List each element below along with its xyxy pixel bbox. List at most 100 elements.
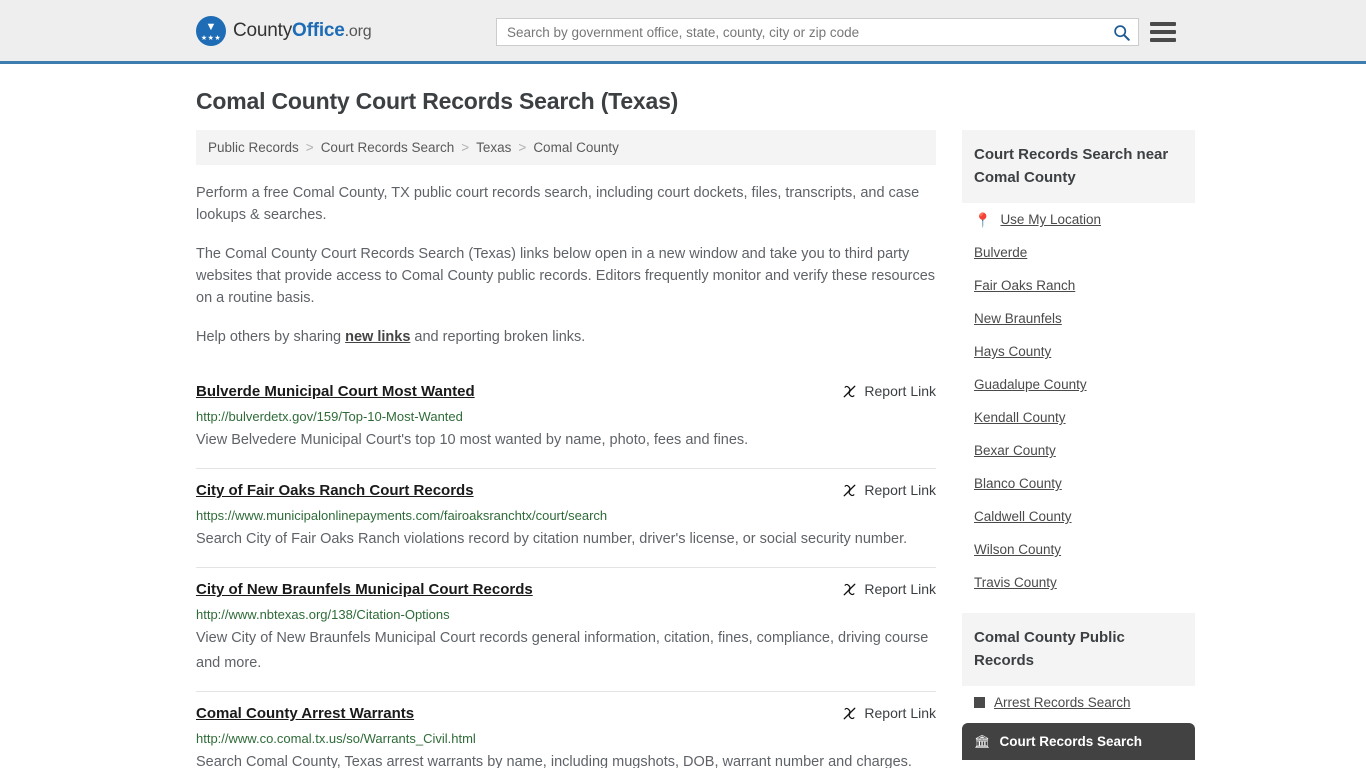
search-bar[interactable] [496,18,1139,46]
public-records-list: Arrest Records Search 🏛 Court Records Se… [962,686,1195,760]
result-title-link[interactable]: Bulverde Municipal Court Most Wanted [196,382,475,402]
use-my-location-link[interactable]: Use My Location [1000,212,1101,227]
results-list: Bulverde Municipal Court Most Wanted Rep… [196,370,936,768]
hamburger-menu-icon[interactable] [1150,20,1176,44]
main-content: Public Records > Court Records Search > … [196,130,936,768]
sidebar-item-bexar-county[interactable]: Bexar County [974,434,1183,467]
result-description: View City of New Braunfels Municipal Cou… [196,630,929,671]
broken-link-icon [844,583,856,595]
sidebar-item-caldwell-county[interactable]: Caldwell County [974,500,1183,533]
nearby-link[interactable]: Hays County [974,344,1051,359]
result-item: City of Fair Oaks Ranch Court Records Re… [196,469,936,568]
brand-part-2: Office [292,19,345,41]
report-link-button[interactable]: Report Link [842,382,936,399]
menu-bar-3 [1150,38,1176,42]
sidebar-item-travis-county[interactable]: Travis County [974,566,1183,599]
search-input[interactable] [497,24,1104,40]
result-header: Bulverde Municipal Court Most Wanted Rep… [196,382,936,402]
nearby-link[interactable]: Guadalupe County [974,377,1087,392]
page-title: Comal County Court Records Search (Texas… [196,88,679,114]
sidebar-item-new-braunfels[interactable]: New Braunfels [974,302,1183,335]
result-title-link[interactable]: Comal County Arrest Warrants [196,704,414,724]
nearby-link[interactable]: Kendall County [974,410,1066,425]
sidebar-item-court-records-search[interactable]: 🏛 Court Records Search [962,723,1195,760]
breadcrumb-item-texas[interactable]: Texas [476,140,511,155]
nearby-link[interactable]: Travis County [974,575,1057,590]
breadcrumb-item-public-records[interactable]: Public Records [208,140,299,155]
breadcrumb-separator: > [461,140,470,155]
report-link-button[interactable]: Report Link [842,580,936,597]
nearby-link[interactable]: Bulverde [974,245,1027,260]
result-item: Comal County Arrest Warrants Report Link… [196,692,936,768]
intro-paragraph-3: Help others by sharing new links and rep… [196,326,936,348]
result-url: http://www.co.comal.tx.us/so/Warrants_Ci… [196,731,476,746]
brand-part-1: County [233,19,293,41]
sidebar-item-kendall-county[interactable]: Kendall County [974,401,1183,434]
breadcrumb-separator: > [518,140,527,155]
public-records-heading: Comal County Public Records [962,613,1195,686]
report-link-label: Report Link [864,383,936,399]
report-link-button[interactable]: Report Link [842,704,936,721]
bank-icon: 🏛 [974,734,991,749]
sidebar-item-use-my-location[interactable]: 📍 Use My Location [974,203,1183,236]
result-url: http://www.nbtexas.org/138/Citation-Opti… [196,607,450,622]
broken-link-icon [844,385,856,397]
intro-p3-before: Help others by sharing [196,329,346,345]
result-title-link[interactable]: City of New Braunfels Municipal Court Re… [196,580,533,600]
result-url: http://bulverdetx.gov/159/Top-10-Most-Wa… [196,409,463,424]
breadcrumb-item-court-records-search[interactable]: Court Records Search [321,140,455,155]
sidebar-item-bulverde[interactable]: Bulverde [974,236,1183,269]
breadcrumb-separator: > [305,140,314,155]
nearby-link[interactable]: Wilson County [974,542,1061,557]
result-header: City of Fair Oaks Ranch Court Records Re… [196,481,936,501]
intro-p3-after: and reporting broken links. [410,329,586,345]
nearby-search-card: Court Records Search near Comal County 📍… [962,130,1195,599]
report-link-label: Report Link [864,482,936,498]
sidebar-item-blanco-county[interactable]: Blanco County [974,467,1183,500]
nearby-link[interactable]: Bexar County [974,443,1056,458]
public-records-link[interactable]: Arrest Records Search [994,695,1131,710]
nearby-link[interactable]: Fair Oaks Ranch [974,278,1075,293]
result-header: Comal County Arrest Warrants Report Link [196,704,936,724]
broken-link-icon [844,484,856,496]
sidebar-item-fair-oaks-ranch[interactable]: Fair Oaks Ranch [974,269,1183,302]
nearby-link[interactable]: Blanco County [974,476,1062,491]
site-logo[interactable]: ▼ ★★★ CountyOffice.org [196,15,372,46]
square-icon [974,697,985,708]
sidebar-item-arrest-records-search[interactable]: Arrest Records Search [974,686,1183,719]
nearby-link[interactable]: New Braunfels [974,311,1062,326]
menu-bar-2 [1150,30,1176,34]
report-link-button[interactable]: Report Link [842,481,936,498]
nearby-search-heading: Court Records Search near Comal County [962,130,1195,203]
content-columns: Public Records > Court Records Search > … [196,130,1195,768]
page-container: Comal County Court Records Search (Texas… [0,88,1366,768]
intro-section: Perform a free Comal County, TX public c… [196,182,936,348]
intro-paragraph-2: The Comal County Court Records Search (T… [196,246,936,306]
public-records-link[interactable]: Court Records Search [1000,734,1143,749]
result-description: View Belvedere Municipal Court's top 10 … [196,432,749,448]
sidebar: Court Records Search near Comal County 📍… [962,130,1195,768]
nearby-link[interactable]: Caldwell County [974,509,1072,524]
intro-paragraph-1: Perform a free Comal County, TX public c… [196,185,920,223]
eagle-seal-icon: ▼ ★★★ [196,15,226,46]
brand-text: CountyOffice.org [233,19,372,42]
breadcrumb-item-comal-county[interactable]: Comal County [533,140,619,155]
result-description: Search Comal County, Texas arrest warran… [196,754,912,768]
sidebar-item-hays-county[interactable]: Hays County [974,335,1183,368]
site-header: ▼ ★★★ CountyOffice.org [0,0,1366,64]
nearby-search-list: 📍 Use My Location Bulverde Fair Oaks Ran… [962,203,1195,599]
result-title-link[interactable]: City of Fair Oaks Ranch Court Records [196,481,474,501]
result-item: Bulverde Municipal Court Most Wanted Rep… [196,370,936,469]
search-button[interactable] [1104,19,1138,45]
result-header: City of New Braunfels Municipal Court Re… [196,580,936,600]
menu-bar-1 [1150,22,1176,26]
new-links-link[interactable]: new links [345,329,410,345]
search-icon [1113,24,1130,41]
sidebar-item-wilson-county[interactable]: Wilson County [974,533,1183,566]
sidebar-item-guadalupe-county[interactable]: Guadalupe County [974,368,1183,401]
result-description: Search City of Fair Oaks Ranch violation… [196,531,908,547]
report-link-label: Report Link [864,581,936,597]
broken-link-icon [844,707,856,719]
report-link-label: Report Link [864,705,936,721]
result-item: City of New Braunfels Municipal Court Re… [196,568,936,692]
